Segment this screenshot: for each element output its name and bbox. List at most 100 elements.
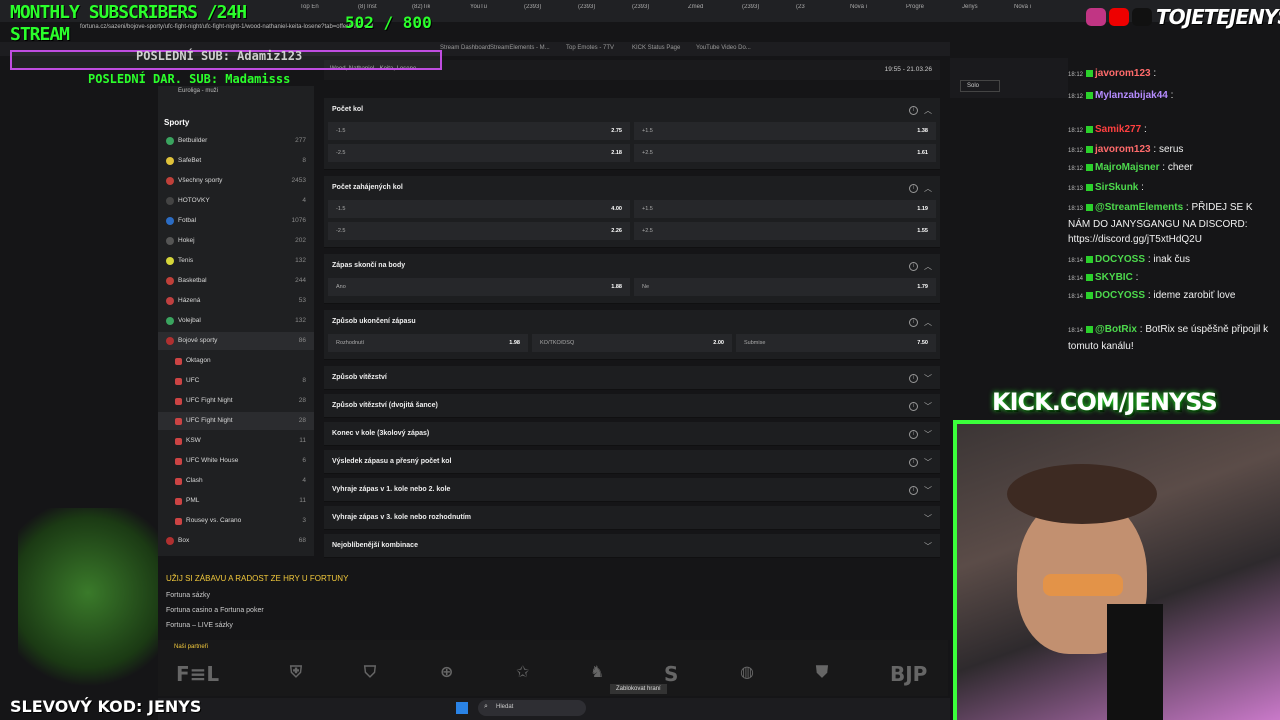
chat-username[interactable]: @StreamElements (1095, 202, 1183, 213)
odd-button[interactable]: -2.5 2.18 (328, 144, 630, 162)
info-icon[interactable]: i (909, 430, 918, 439)
footer-link[interactable]: Fortuna casino a Fortuna poker (166, 607, 264, 614)
chevron-down-icon[interactable]: ﹀ (924, 401, 932, 412)
info-icon[interactable]: i (909, 486, 918, 495)
chat-username[interactable]: SKYBIC (1095, 272, 1133, 283)
chevron-down-icon[interactable]: ﹀ (924, 373, 932, 384)
shield-icon[interactable]: ⛉ (364, 662, 376, 682)
browser-tab[interactable]: Top En (300, 4, 319, 18)
odd-button[interactable]: +2.5 1.61 (634, 144, 936, 162)
info-icon[interactable]: i (909, 262, 918, 271)
chevron-up-icon[interactable]: ︿ (924, 317, 932, 328)
sidebar-league-item[interactable]: UFC White House 6 (158, 452, 314, 470)
chevron-up-icon[interactable]: ︿ (924, 183, 932, 194)
sidebar-sport-item[interactable]: Tenis 132 (158, 252, 314, 270)
footer-link[interactable]: Fortuna – LIVE sázky (166, 622, 233, 629)
sidebar-league-item[interactable]: UFC Fight Night 28 (158, 412, 314, 430)
odd-button[interactable]: Submise 7.50 (736, 334, 936, 352)
browser-tab[interactable]: YouTu (470, 4, 487, 18)
market-pocet-zahajenych-kol[interactable]: Počet zahájených kol i ︿ -1.5 4.00 +1.5 1.… (324, 176, 940, 248)
chevron-down-icon[interactable]: ﹀ (924, 485, 932, 496)
chat-username[interactable]: Mylanzabijak44 (1095, 90, 1168, 101)
chat-username[interactable]: DOCYOSS (1095, 254, 1145, 265)
browser-tab[interactable]: Jenys (962, 4, 978, 18)
browser-tab[interactable]: (2393) (632, 4, 649, 18)
lion-icon[interactable]: ♞ (590, 662, 604, 681)
sidebar-league-item[interactable]: UFC Fight Night 28 (158, 392, 314, 410)
chat-username[interactable]: @BotRix (1095, 324, 1137, 335)
odd-button[interactable]: +1.5 1.38 (634, 122, 936, 140)
s-logo-icon[interactable]: S (664, 662, 678, 686)
sidebar-sport-item[interactable]: Box 68 (158, 532, 314, 550)
windows-start-icon[interactable] (456, 702, 468, 714)
info-icon[interactable]: i (909, 318, 918, 327)
sidebar-league-item[interactable]: KSW 11 (158, 432, 314, 450)
chevron-down-icon[interactable]: ﹀ (924, 541, 932, 552)
browser-tab[interactable]: Nová i (1014, 4, 1031, 18)
browser-tab[interactable]: (2393) (742, 4, 759, 18)
star-icon[interactable]: ✩ (516, 662, 529, 681)
bookmark[interactable]: Top Emotes - 7TV (566, 45, 614, 51)
partner-logo[interactable]: BJP (890, 662, 927, 686)
sidebar-sport-item[interactable]: HOTOVKY 4 (158, 192, 314, 210)
market-collapsed[interactable]: Vyhraje zápas v 3. kole nebo rozhodnutím… (324, 506, 940, 530)
chat-username[interactable]: DOCYOSS (1095, 290, 1145, 301)
sidebar-sport-item[interactable]: SafeBet 8 (158, 152, 314, 170)
chevron-down-icon[interactable]: ﹀ (924, 429, 932, 440)
address-bar[interactable]: fortuna.cz/sazeni/bojove-sporty/ufc-figh… (80, 24, 880, 38)
info-icon[interactable]: i (909, 402, 918, 411)
sidebar-sport-item[interactable]: Fotbal 1076 (158, 212, 314, 230)
sidebar-league-item[interactable]: Rousey vs. Carano 3 (158, 512, 314, 530)
info-icon[interactable]: i (909, 184, 918, 193)
shield-icon[interactable]: ⛨ (290, 662, 302, 682)
market-zapas-skonci-na-body[interactable]: Zápas skončí na body i ︿ Ano 1.88 Ne 1.79 (324, 254, 940, 304)
odd-button[interactable]: Rozhodnutí 1.98 (328, 334, 528, 352)
chevron-down-icon[interactable]: ﹀ (924, 513, 932, 524)
browser-tab[interactable]: Progre (906, 4, 924, 18)
odd-button[interactable]: KO/TKO/DSQ 2.00 (532, 334, 732, 352)
sidebar-sport-item[interactable]: Bojové sporty 86 (158, 332, 314, 350)
sidebar-league-item[interactable]: UFC 8 (158, 372, 314, 390)
browser-tab[interactable]: (2393) (578, 4, 595, 18)
odd-button[interactable]: -1.5 2.75 (328, 122, 630, 140)
sidebar-sport-item[interactable]: Házená 53 (158, 292, 314, 310)
footer-link[interactable]: Fortuna sázky (166, 592, 210, 599)
odd-button[interactable]: +2.5 1.55 (634, 222, 936, 240)
browser-tab[interactable]: (23 (796, 4, 805, 18)
bookmark[interactable]: KICK Status Page (632, 45, 680, 51)
chevron-up-icon[interactable]: ︿ (924, 105, 932, 116)
browser-tab[interactable]: (2393) (524, 4, 541, 18)
chat-username[interactable]: MajroMajsner (1095, 162, 1159, 173)
bookmark[interactable]: Stream Dashboard (440, 45, 490, 51)
chevron-up-icon[interactable]: ︿ (924, 261, 932, 272)
market-collapsed[interactable]: Výsledek zápasu a přesný počet kol i ﹀ (324, 450, 940, 474)
sidebar-top-item[interactable]: Euroliga - muži (178, 88, 218, 94)
market-collapsed[interactable]: Způsob vítězství i ﹀ (324, 366, 940, 390)
sidebar-sport-item[interactable]: Všechny sporty 2453 (158, 172, 314, 190)
chat-username[interactable]: Samik277 (1095, 124, 1141, 135)
mode-select[interactable]: Solo (960, 80, 1001, 92)
sidebar-league-item[interactable]: PML 11 (158, 492, 314, 510)
odd-button[interactable]: Ne 1.79 (634, 278, 936, 296)
sidebar-league-item[interactable]: Clash 4 (158, 472, 314, 490)
sidebar-sport-item[interactable]: Volejbal 132 (158, 312, 314, 330)
info-icon[interactable]: i (909, 106, 918, 115)
market-pocet-kol[interactable]: Počet kol i ︿ -1.5 2.75 +1.5 1.38 -2.5 2.18… (324, 98, 940, 170)
sidebar-league-item[interactable]: Oktagon (158, 352, 314, 370)
market-zpusob-ukonceni[interactable]: Způsob ukončení zápasu i ︿ Rozhodnutí 1.9… (324, 310, 940, 360)
crest-icon[interactable]: ⊕ (440, 662, 453, 681)
sidebar-sport-item[interactable]: Basketbal 244 (158, 272, 314, 290)
info-icon[interactable]: i (909, 458, 918, 467)
partner-logo[interactable]: F≡L (176, 662, 219, 686)
bookmark[interactable]: StreamElements - M... (490, 45, 550, 51)
market-collapsed[interactable]: Způsob vítězství (dvojitá šance) i ﹀ (324, 394, 940, 418)
chat-username[interactable]: javorom123 (1095, 68, 1151, 79)
market-collapsed[interactable]: Konec v kole (3kolový zápas) i ﹀ (324, 422, 940, 446)
browser-tab[interactable]: Nová i (850, 4, 867, 18)
browser-tab[interactable]: Zmed (688, 4, 703, 18)
info-icon[interactable]: i (909, 374, 918, 383)
ball-icon[interactable]: ◍ (740, 662, 754, 681)
chevron-down-icon[interactable]: ﹀ (924, 457, 932, 468)
odd-button[interactable]: -2.5 2.26 (328, 222, 630, 240)
crest-icon[interactable]: ⛊ (816, 662, 828, 682)
